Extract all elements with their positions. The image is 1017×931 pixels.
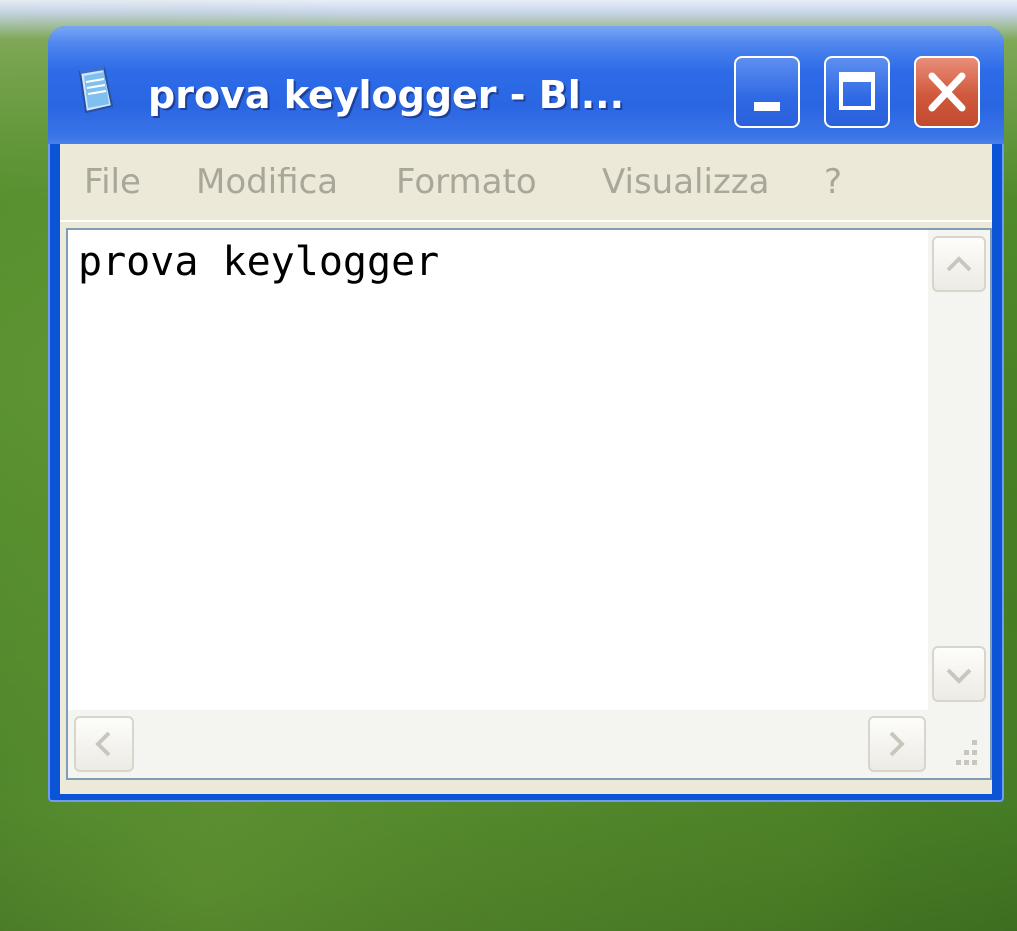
scroll-down-button[interactable] xyxy=(932,646,986,702)
close-icon xyxy=(928,72,966,112)
window-title: prova keylogger - Bl... xyxy=(148,73,625,117)
maximize-icon xyxy=(839,72,875,110)
chevron-left-icon xyxy=(95,731,111,757)
text-editor[interactable]: prova keylogger xyxy=(66,228,992,780)
maximize-button[interactable] xyxy=(824,56,890,128)
notepad-window: prova keylogger - Bl... File Modifica Fo… xyxy=(48,26,1004,802)
menu-visualizza[interactable]: Visualizza xyxy=(602,160,769,204)
menu-formato[interactable]: Formato xyxy=(396,160,537,204)
menu-bar: File Modifica Formato Visualizza ? xyxy=(60,144,992,222)
menu-modifica[interactable]: Modifica xyxy=(196,160,338,204)
menu-file[interactable]: File xyxy=(84,160,141,204)
title-bar[interactable]: prova keylogger - Bl... xyxy=(48,26,1004,144)
resize-grip-icon xyxy=(956,740,977,765)
window-frame: File Modifica Formato Visualizza ? prova… xyxy=(60,144,992,794)
minimize-icon xyxy=(754,102,780,111)
scroll-right-button[interactable] xyxy=(868,716,926,772)
minimize-button[interactable] xyxy=(734,56,800,128)
menu-help[interactable]: ? xyxy=(824,160,842,204)
horizontal-scrollbar[interactable] xyxy=(68,710,932,778)
chevron-right-icon xyxy=(889,731,905,757)
editor-content[interactable]: prova keylogger xyxy=(78,236,928,296)
notepad-icon[interactable] xyxy=(74,66,118,114)
close-button[interactable] xyxy=(914,56,980,128)
resize-grip[interactable] xyxy=(928,710,990,778)
vertical-scrollbar[interactable] xyxy=(928,230,990,710)
chevron-down-icon xyxy=(946,668,972,684)
chevron-up-icon xyxy=(946,256,972,272)
scroll-left-button[interactable] xyxy=(74,716,134,772)
scroll-up-button[interactable] xyxy=(932,236,986,292)
